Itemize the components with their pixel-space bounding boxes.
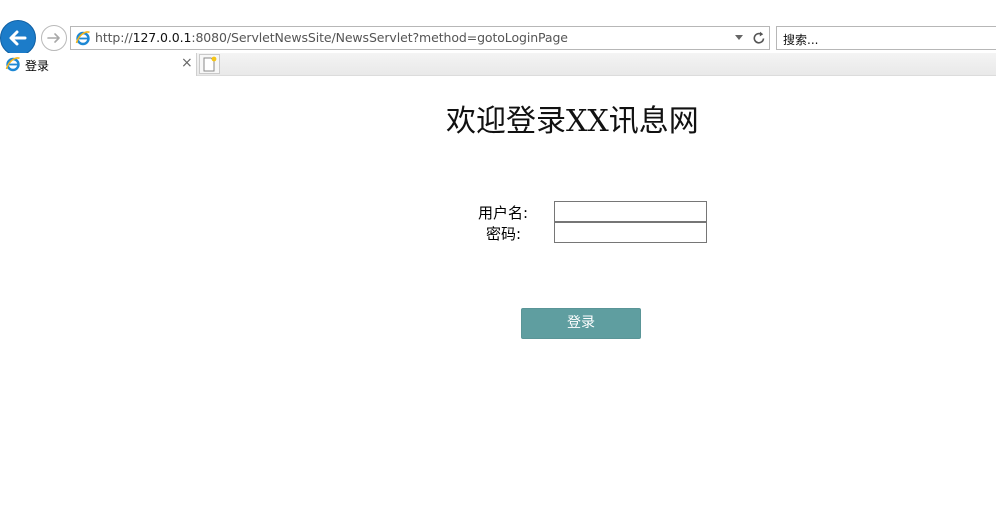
chevron-down-icon[interactable]: [735, 35, 743, 40]
address-url[interactable]: http://127.0.0.1:8080/ServletNewsSite/Ne…: [95, 30, 568, 45]
search-box[interactable]: 搜索...: [776, 26, 996, 50]
new-tab-icon: [203, 56, 217, 72]
login-button[interactable]: 登录: [521, 308, 641, 339]
forward-arrow-icon: [47, 33, 60, 43]
refresh-icon[interactable]: [751, 29, 767, 47]
url-protocol: http://: [95, 30, 133, 45]
browser-chrome: http://127.0.0.1:8080/ServletNewsSite/Ne…: [0, 0, 996, 76]
page-title: 欢迎登录XX讯息网: [446, 104, 699, 139]
new-tab-button[interactable]: [199, 54, 220, 74]
ie-logo-icon: [5, 57, 20, 72]
url-host: 127.0.0.1: [132, 30, 192, 45]
tab-login[interactable]: 登录 ×: [0, 53, 197, 76]
ie-logo-icon: [75, 31, 90, 46]
tab-title: 登录: [25, 59, 50, 73]
username-label: 用户名:: [478, 204, 529, 222]
password-input[interactable]: [554, 222, 707, 243]
search-placeholder: 搜索...: [783, 33, 819, 47]
password-label: 密码:: [486, 225, 522, 243]
back-button[interactable]: [0, 20, 36, 56]
back-arrow-icon: [9, 30, 27, 46]
forward-button[interactable]: [41, 25, 67, 51]
username-input[interactable]: [554, 201, 707, 222]
close-icon[interactable]: ×: [181, 55, 193, 71]
tab-bar: 登录 ×: [0, 53, 996, 76]
url-path: :8080/ServletNewsSite/NewsServlet?method…: [191, 30, 568, 45]
address-bar[interactable]: http://127.0.0.1:8080/ServletNewsSite/Ne…: [70, 26, 770, 50]
navigation-bar: http://127.0.0.1:8080/ServletNewsSite/Ne…: [0, 18, 996, 58]
